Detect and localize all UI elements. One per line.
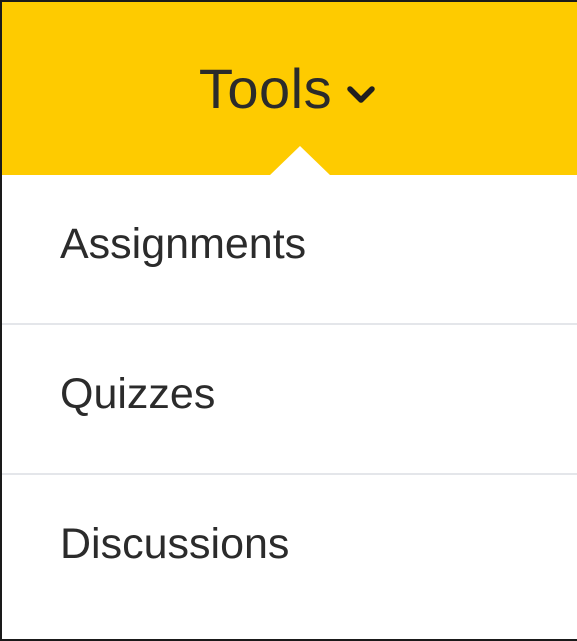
menu-item-quizzes[interactable]: Quizzes bbox=[2, 325, 577, 473]
chevron-down-icon bbox=[347, 85, 375, 103]
menu-item-assignments[interactable]: Assignments bbox=[2, 175, 577, 323]
menu-item-label: Discussions bbox=[60, 519, 290, 568]
tools-dropdown-frame: Tools Assignments Quizzes Discussions bbox=[0, 0, 577, 641]
dropdown-pointer bbox=[269, 146, 331, 176]
tools-dropdown-menu: Assignments Quizzes Discussions bbox=[2, 175, 577, 623]
menu-item-label: Quizzes bbox=[60, 369, 216, 418]
menu-item-discussions[interactable]: Discussions bbox=[2, 475, 577, 623]
tools-menu-label: Tools bbox=[198, 56, 333, 120]
menu-item-label: Assignments bbox=[60, 219, 307, 268]
